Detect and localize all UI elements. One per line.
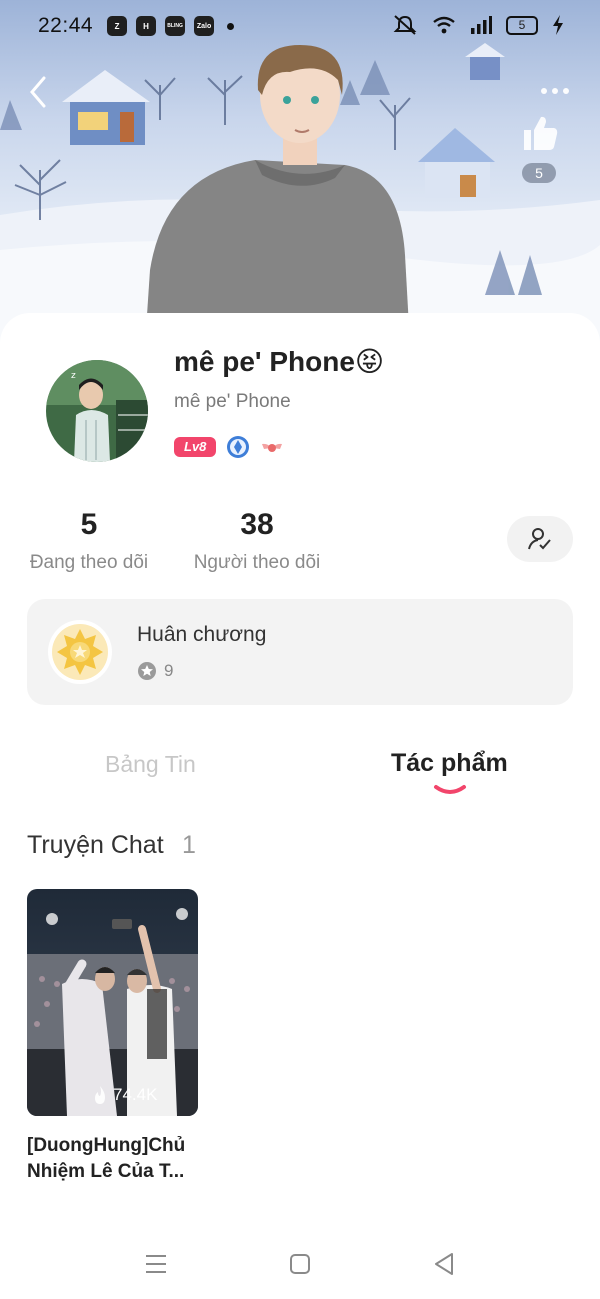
notification-app-icon: BLING bbox=[165, 16, 186, 36]
story-cover[interactable] bbox=[27, 889, 198, 1116]
story-title[interactable]: [DuongHung]Chủ Nhiệm Lê Của T... bbox=[27, 1133, 207, 1185]
medals-count-row: 9 bbox=[137, 661, 173, 681]
section-title: Truyện Chat bbox=[27, 831, 164, 859]
story-view-count: 74.4K bbox=[92, 1085, 157, 1105]
avatar-photo: z bbox=[46, 360, 148, 462]
more-dots-icon bbox=[541, 88, 547, 94]
notification-app-icon: H bbox=[136, 16, 157, 36]
user-check-icon bbox=[528, 528, 551, 550]
medals-card[interactable]: Huân chương 9 bbox=[27, 599, 573, 705]
followers-stat[interactable]: 38 Người theo dõi bbox=[188, 508, 326, 574]
back-nav-button[interactable] bbox=[428, 1248, 460, 1280]
medals-count: 9 bbox=[164, 661, 174, 680]
wings-badge-icon[interactable] bbox=[260, 435, 284, 459]
back-arrow-icon bbox=[30, 76, 46, 108]
wifi-icon bbox=[433, 16, 455, 34]
status-indicators: 5 bbox=[392, 14, 564, 36]
active-tab-indicator bbox=[434, 785, 466, 794]
following-count: 5 bbox=[80, 508, 98, 541]
mute-bell-icon bbox=[393, 15, 417, 35]
tab-works[interactable]: Tác phẩm bbox=[391, 749, 508, 778]
profile-cover-banner: 22:44 Z H BLING Zalo 5 5 bbox=[0, 0, 600, 345]
edit-profile-button[interactable] bbox=[507, 516, 573, 562]
status-time: 22:44 bbox=[38, 14, 94, 37]
badge-list: Lv8 bbox=[174, 435, 284, 459]
flame-icon bbox=[95, 1086, 105, 1104]
more-notifications-dot bbox=[227, 22, 235, 30]
like-count: 5 bbox=[522, 163, 556, 183]
signal-icon bbox=[471, 16, 492, 34]
level-badge[interactable]: Lv8 bbox=[174, 437, 217, 457]
profile-handle: mê pe' Phone bbox=[174, 391, 291, 412]
medal-icon bbox=[48, 620, 112, 684]
back-button[interactable] bbox=[22, 72, 56, 112]
profile-card: z mê pe' Phone😝 mê pe' Phone Lv8 5 Đang … bbox=[0, 313, 600, 1299]
avatar[interactable]: z bbox=[46, 360, 148, 462]
following-label: Đang theo dõi bbox=[29, 552, 149, 573]
notification-app-icon: Zalo bbox=[194, 16, 215, 36]
medals-title: Huân chương bbox=[137, 623, 267, 646]
thumbs-up-icon bbox=[524, 116, 558, 150]
profile-display-name: mê pe' Phone😝 bbox=[174, 346, 385, 377]
system-navigation-bar bbox=[0, 1240, 600, 1290]
section-count: 1 bbox=[182, 831, 196, 859]
diamond-badge-icon[interactable] bbox=[226, 435, 250, 459]
star-circle-icon bbox=[138, 662, 156, 680]
tab-news-feed[interactable]: Bảng Tin bbox=[105, 751, 196, 778]
story-views-value: 74.4K bbox=[113, 1085, 158, 1104]
like-button[interactable] bbox=[520, 112, 560, 154]
following-stat[interactable]: 5 Đang theo dõi bbox=[26, 508, 152, 574]
svg-text:z: z bbox=[71, 371, 76, 381]
menu-button[interactable] bbox=[140, 1248, 172, 1280]
followers-count: 38 bbox=[240, 508, 274, 541]
notification-app-icon: Z bbox=[107, 16, 128, 36]
more-options-button[interactable] bbox=[534, 80, 576, 102]
story-cover-image bbox=[27, 889, 198, 1116]
charging-bolt-icon bbox=[553, 15, 563, 35]
followers-label: Người theo dõi bbox=[193, 552, 321, 573]
battery-indicator: 5 bbox=[506, 15, 538, 35]
home-button[interactable] bbox=[284, 1248, 316, 1280]
